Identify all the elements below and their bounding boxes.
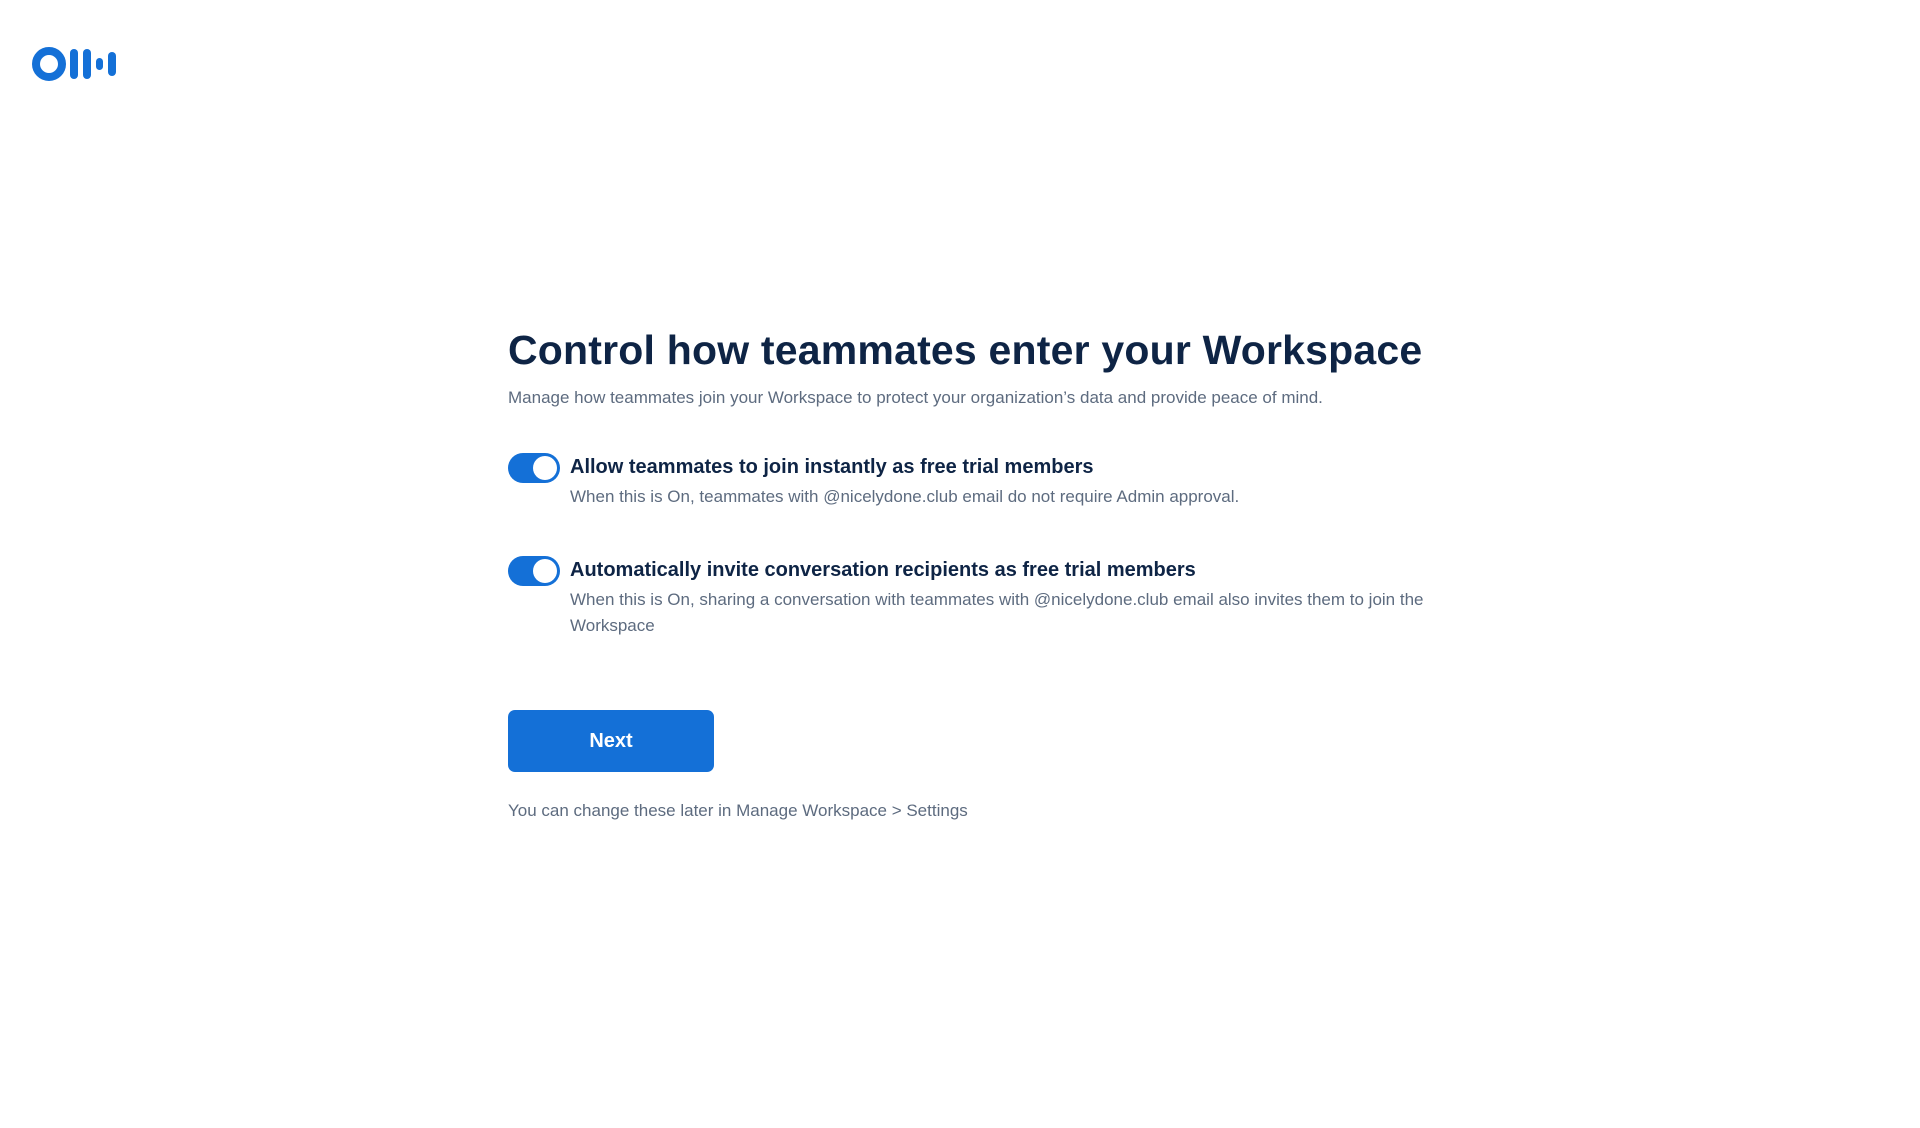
setting-title: Automatically invite conversation recipi… <box>570 559 1196 581</box>
toggle-knob <box>533 456 557 480</box>
auto-invite-toggle[interactable] <box>508 556 560 586</box>
setting-description: When this is On, teammates with @nicelyd… <box>570 487 1240 506</box>
setting-text: Allow teammates to join instantly as fre… <box>570 452 1239 510</box>
setting-text: Automatically invite conversation recipi… <box>570 555 1428 639</box>
next-button[interactable]: Next <box>508 710 714 772</box>
workspace-settings-panel: Control how teammates enter your Workspa… <box>508 323 1428 823</box>
join-instantly-toggle[interactable] <box>508 453 560 483</box>
toggle-knob <box>533 559 557 583</box>
page-title: Control how teammates enter your Workspa… <box>508 327 1423 373</box>
footer-note: You can change these later in Manage Wor… <box>508 801 968 820</box>
setting-description: When this is On, sharing a conversation … <box>570 590 1424 635</box>
setting-join-instantly: Allow teammates to join instantly as fre… <box>508 452 1428 510</box>
otter-logo-icon[interactable] <box>32 44 122 84</box>
setting-title: Allow teammates to join instantly as fre… <box>570 456 1094 478</box>
page-subtitle: Manage how teammates join your Workspace… <box>508 388 1323 407</box>
settings-list: Allow teammates to join instantly as fre… <box>508 452 1428 639</box>
setting-auto-invite: Automatically invite conversation recipi… <box>508 555 1428 639</box>
